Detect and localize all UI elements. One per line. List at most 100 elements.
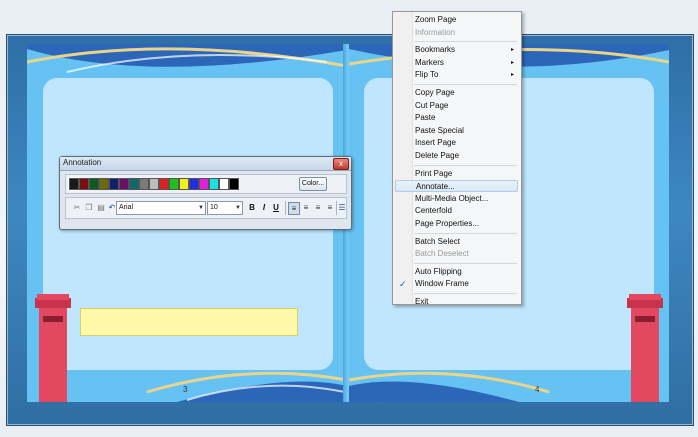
menu-item-label: Centerfold — [415, 206, 452, 216]
menu-item-label: Multi-Media Object... — [415, 193, 489, 203]
menu-item-page-properties[interactable]: Page Properties... — [395, 218, 518, 230]
color-swatch[interactable] — [109, 178, 119, 190]
menu-item-label: Paste — [415, 113, 436, 123]
chevron-right-icon: ▸ — [510, 59, 514, 66]
color-swatch[interactable] — [139, 178, 149, 190]
menu-separator — [414, 84, 517, 85]
postbox-icon — [627, 294, 663, 402]
color-swatch[interactable] — [99, 178, 109, 190]
justify-icon[interactable]: ≡ — [325, 202, 335, 213]
menu-separator — [414, 232, 517, 234]
bottom-swoosh-decoration — [146, 371, 347, 402]
color-swatch[interactable] — [149, 178, 159, 190]
chevron-down-icon: ▼ — [198, 205, 204, 211]
menu-item-label: Flip To — [415, 70, 439, 80]
menu-item-flip-to[interactable]: Flip To ▸ — [395, 69, 518, 81]
menu-item-paste-special[interactable]: Paste Special — [395, 125, 518, 137]
paste-icon[interactable]: ▤ — [96, 202, 106, 213]
menu-item-batch-select[interactable]: Batch Select — [395, 236, 518, 248]
color-swatch[interactable] — [219, 178, 229, 190]
menu-item-label: Page Properties... — [415, 219, 480, 228]
color-picker-button[interactable]: Color... — [299, 177, 327, 191]
menu-item-exit[interactable]: Exit — [395, 296, 518, 308]
left-page-number: 3 — [183, 385, 188, 394]
chevron-down-icon: ▼ — [235, 205, 241, 211]
menu-separator — [414, 164, 517, 166]
color-swatch[interactable] — [209, 178, 219, 190]
menu-item-label: Insert Page — [415, 138, 456, 148]
formatting-toolbar: ✂ ❐ ▤ ↶ Arial ▼ 10 ▼ B I U ≡ ≡ ≡ ≡ ☰ — [65, 197, 347, 219]
annotation-toolbar-window[interactable]: Annotation x Color... ✂ ❐ ▤ ↶ Arial ▼ 10… — [59, 156, 352, 230]
color-swatch[interactable] — [68, 177, 80, 191]
color-palette-row: Color... — [65, 174, 347, 194]
menu-item-bookmarks[interactable]: Bookmarks ▸ — [395, 44, 518, 56]
cut-icon[interactable]: ✂ — [72, 202, 82, 213]
menu-item-copy-page[interactable]: Copy Page — [395, 87, 518, 99]
font-size-value: 10 — [210, 204, 218, 211]
align-left-icon[interactable]: ≡ — [288, 202, 300, 215]
menu-item-label: Markers — [415, 57, 444, 67]
font-size-select[interactable]: 10 ▼ — [207, 201, 243, 215]
postbox-icon — [35, 294, 71, 402]
color-swatch[interactable] — [89, 178, 99, 190]
menu-item-insert-page[interactable]: Insert Page — [395, 137, 518, 149]
color-swatch[interactable] — [199, 178, 209, 190]
menu-item-label: Batch Deselect — [415, 249, 469, 259]
menu-item-label: Auto Flipping — [415, 266, 462, 276]
menu-item-annotate[interactable]: Annotate... — [395, 180, 518, 193]
menu-item-centerfold[interactable]: Centerfold — [395, 205, 518, 217]
right-page-number: 4 — [535, 385, 540, 394]
menu-item-delete-page[interactable]: Delete Page — [395, 150, 518, 162]
menu-item-label: Exit — [415, 297, 429, 306]
context-menu: Zoom Page Information Bookmarks ▸ Markers ▸ Fl… — [392, 11, 522, 308]
color-swatch[interactable] — [119, 178, 129, 190]
color-swatch[interactable] — [79, 178, 89, 190]
top-swoosh-decoration — [27, 44, 347, 73]
menu-item-label: Copy Page — [415, 88, 455, 97]
font-select[interactable]: Arial ▼ — [116, 201, 206, 215]
color-swatch[interactable] — [189, 178, 199, 190]
bullet-list-icon[interactable]: ☰ — [337, 202, 347, 213]
menu-item-multi-media-object[interactable]: Multi-Media Object... — [395, 193, 518, 205]
annotation-title: Annotation — [63, 158, 102, 167]
align-right-icon[interactable]: ≡ — [313, 202, 323, 213]
menu-item-label: Zoom Page — [415, 15, 457, 24]
menu-item-markers[interactable]: Markers ▸ — [395, 57, 518, 69]
menu-item-label: Annotate... — [416, 182, 455, 192]
menu-item-auto-flipping[interactable]: Auto Flipping — [395, 266, 518, 278]
chevron-right-icon: ▸ — [510, 47, 514, 54]
menu-item-label: Delete Page — [415, 151, 460, 160]
menu-separator — [414, 262, 517, 264]
menu-item-zoom-page[interactable]: Zoom Page — [395, 14, 518, 26]
color-swatch[interactable] — [229, 178, 239, 190]
color-swatch[interactable] — [129, 178, 139, 190]
menu-item-paste[interactable]: Paste — [395, 112, 518, 124]
checkmark-icon: ✓ — [399, 279, 407, 290]
chevron-right-icon: ▸ — [510, 72, 514, 79]
color-swatch[interactable] — [169, 178, 179, 190]
menu-item-label: Window Frame — [415, 279, 469, 289]
underline-button[interactable]: U — [271, 202, 281, 213]
menu-item-cut-page[interactable]: Cut Page — [395, 100, 518, 112]
copy-icon[interactable]: ❐ — [84, 202, 94, 213]
annotation-textbox[interactable] — [80, 308, 298, 336]
menu-item-label: Paste Special — [415, 125, 464, 135]
align-center-icon[interactable]: ≡ — [301, 202, 311, 213]
color-swatch[interactable] — [159, 178, 169, 190]
bold-button[interactable]: B — [247, 202, 257, 213]
color-swatch[interactable] — [179, 178, 189, 190]
italic-button[interactable]: I — [259, 202, 269, 213]
menu-separator — [414, 293, 517, 294]
bottom-swoosh-decoration — [349, 371, 550, 402]
menu-separator — [414, 41, 517, 43]
menu-item-information: Information — [395, 27, 518, 39]
close-button[interactable]: x — [333, 158, 349, 170]
annotation-titlebar[interactable]: Annotation x — [60, 157, 351, 171]
font-select-value: Arial — [119, 204, 134, 211]
menu-item-label: Bookmarks — [415, 45, 456, 55]
menu-item-label: Cut Page — [415, 100, 449, 110]
menu-item-print-page[interactable]: Print Page — [395, 168, 518, 180]
menu-item-window-frame[interactable]: Window Frame ✓ — [395, 278, 518, 290]
menu-item-label: Information — [415, 27, 456, 37]
toolbar-divider — [285, 201, 286, 215]
